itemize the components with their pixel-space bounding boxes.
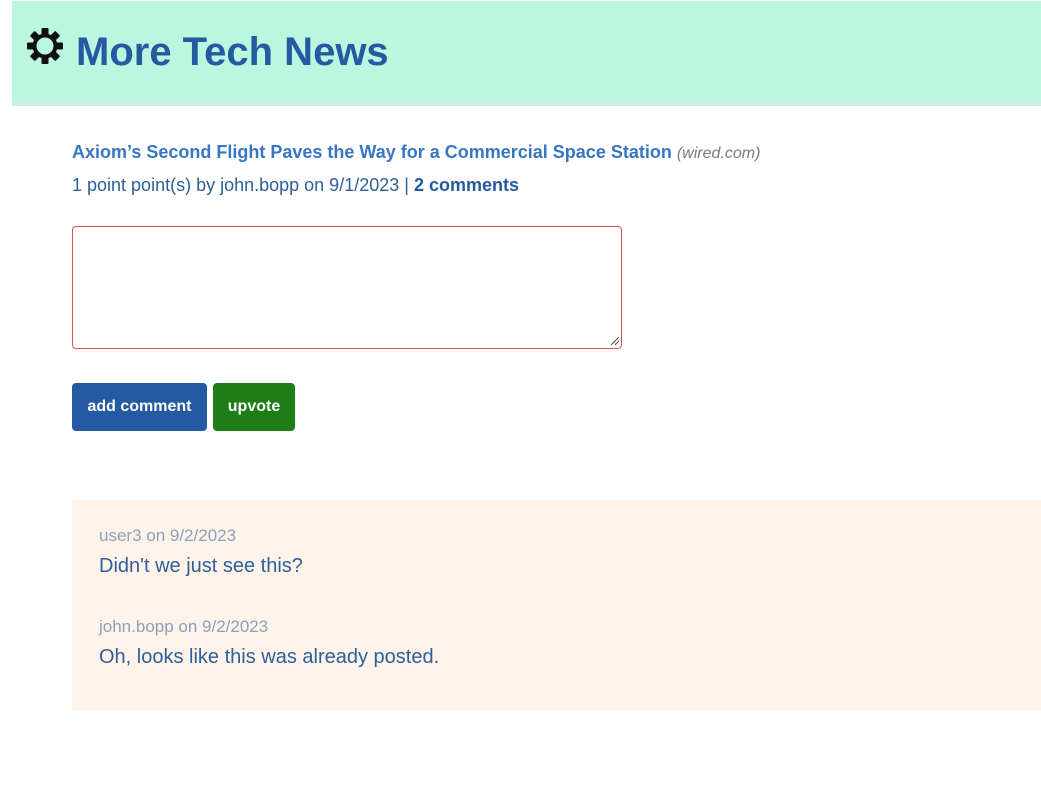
comment-text: Oh, looks like this was already posted.: [99, 646, 440, 668]
gear-icon: [27, 28, 63, 64]
upvote-button[interactable]: upvote: [213, 383, 295, 431]
story-meta-text: 1 point point(s) by john.bopp on 9/1/202…: [72, 175, 409, 195]
comment-text: Didn't we just see this?: [99, 555, 303, 577]
comment-meta: user3 on 9/2/2023: [99, 526, 237, 545]
story-item: Axiom’s Second Flight Paves the Way for …: [72, 140, 972, 197]
comments-link[interactable]: 2 comments: [414, 175, 519, 195]
site-title[interactable]: More Tech News: [76, 29, 389, 75]
story-title-link[interactable]: Axiom’s Second Flight Paves the Way for …: [72, 142, 672, 162]
story-meta: 1 point point(s) by john.bopp on 9/1/202…: [72, 173, 972, 197]
comment-item: john.bopp on 9/2/2023 Oh, looks like thi…: [99, 617, 439, 669]
story-title-line: Axiom’s Second Flight Paves the Way for …: [72, 140, 972, 166]
add-comment-button[interactable]: add comment: [72, 383, 207, 431]
resize-grip-icon[interactable]: [610, 336, 620, 346]
story-domain: (wired.com): [676, 145, 761, 162]
site-header: More Tech News: [12, 1, 1041, 106]
comment-textarea[interactable]: [72, 226, 622, 349]
comment-meta: john.bopp on 9/2/2023: [99, 617, 269, 636]
comments-list: user3 on 9/2/2023 Didn't we just see thi…: [72, 500, 1041, 710]
comment-item: user3 on 9/2/2023 Didn't we just see thi…: [99, 526, 303, 578]
